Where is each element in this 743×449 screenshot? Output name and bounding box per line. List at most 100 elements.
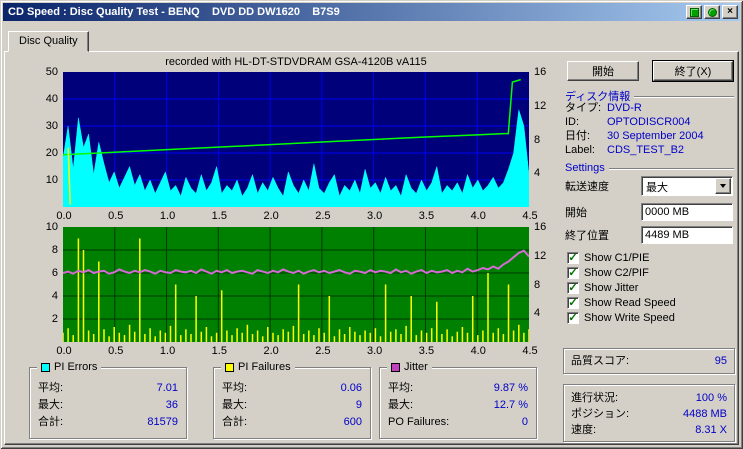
disc-date-row: 日付: 30 September 2004: [565, 130, 734, 143]
max-label: 最大:: [388, 399, 414, 411]
position-row: ポジション: 4488 MB: [564, 406, 734, 422]
axis-tick-label: 20: [45, 147, 58, 159]
axis-tick-label: 2.0: [263, 345, 279, 357]
axis-tick-label: 1.0: [159, 345, 176, 357]
quality-score-value: 95: [714, 355, 727, 367]
pi-failures-panel-title: PI Failures: [221, 361, 295, 373]
end-position-input[interactable]: [641, 226, 733, 244]
checkbox-show-c1-pie[interactable]: ✓ Show C1/PIE: [567, 251, 649, 264]
jitter-panel: Jitter 平均: 9.87 % 最大: 12.7 % PO Failures: 0: [379, 361, 537, 439]
speed-value: 8.31 X: [695, 424, 727, 436]
disc-type-label: タイプ:: [565, 102, 602, 114]
tab-disc-quality[interactable]: Disc Quality: [8, 31, 89, 52]
axis-tick-label: 1.0: [159, 210, 176, 222]
jitter-avg-value: 9.87 %: [493, 382, 528, 394]
checkbox-checked-icon: ✓: [567, 311, 579, 324]
green-disc-icon: [707, 7, 717, 17]
transfer-speed-label: 転送速度: [565, 181, 609, 193]
start-position-label: 開始: [565, 207, 587, 219]
titlebar-app-button-1[interactable]: [686, 5, 702, 19]
position-value: 4488 MB: [682, 408, 727, 420]
settings-header: Settings: [565, 162, 734, 174]
total-label: 合計:: [222, 416, 248, 428]
progress-value: 100 %: [695, 392, 727, 404]
checkbox-label: Show C2/PIF: [584, 266, 649, 279]
start-button[interactable]: 開始: [567, 61, 639, 81]
axis-tick-label: 6: [51, 267, 58, 279]
right-panel: 開始 終了(X) ディスク情報 タイプ: DVD-R ID: OPTODISCR00…: [561, 54, 738, 444]
pi-errors-title: PI Errors: [54, 361, 98, 373]
pi-errors-max-value: 36: [165, 399, 178, 411]
axis-tick-label: 0.5: [108, 345, 124, 357]
checkbox-checked-icon: ✓: [567, 281, 579, 294]
axis-tick-label: 16: [534, 66, 547, 78]
app-window: CD Speed : Disc Quality Test - BENQ DVD …: [0, 0, 743, 449]
max-label: 最大:: [222, 399, 248, 411]
combo-dropdown-button[interactable]: [715, 178, 731, 194]
pi-failures-swatch-icon: [225, 362, 234, 372]
titlebar-app-button-2[interactable]: [704, 5, 720, 19]
checkbox-show-jitter[interactable]: ✓ Show Jitter: [567, 281, 638, 294]
close-icon: ×: [727, 6, 733, 17]
exit-button[interactable]: 終了(X): [652, 60, 734, 82]
po-failures-row: PO Failures: 0: [380, 414, 536, 431]
tab-page: recorded with HL-DT-STDVDRAM GSA-4120B v…: [4, 51, 739, 445]
axis-tick-label: 3.5: [418, 345, 435, 357]
progress-panel: 進行状況: 100 % ポジション: 4488 MB 速度: 8.31 X: [563, 384, 735, 442]
jitter-swatch-icon: [391, 362, 400, 372]
checkbox-show-read-speed[interactable]: ✓ Show Read Speed: [567, 296, 676, 309]
axis-tick-label: 3.0: [367, 210, 383, 222]
axis-tick-label: 1.5: [211, 345, 227, 357]
axis-tick-label: 8: [534, 133, 541, 146]
speed-label: 速度:: [571, 424, 597, 436]
checkbox-label: Show Read Speed: [584, 296, 676, 309]
avg-label: 平均:: [388, 382, 414, 394]
pi-failures-title: PI Failures: [238, 361, 291, 373]
end-position-label: 終了位置: [565, 230, 609, 242]
axis-tick-label: 4: [534, 307, 541, 320]
pi-failures-panel: PI Failures 平均: 0.06 最大: 9 合計: 600: [213, 361, 371, 439]
checkbox-label: Show C1/PIE: [584, 251, 650, 264]
quality-score-panel: 品質スコア: 95: [563, 348, 735, 374]
jitter-panel-title: Jitter: [387, 361, 432, 373]
axis-tick-label: 4.0: [470, 210, 486, 222]
axis-tick-label: 0.5: [108, 210, 124, 222]
disc-label-value: CDS_TEST_B2: [607, 144, 685, 156]
checkbox-show-c2-pif[interactable]: ✓ Show C2/PIF: [567, 266, 649, 279]
start-position-input[interactable]: [641, 203, 733, 221]
disc-label-label: Label:: [565, 144, 595, 156]
axis-tick-label: 2: [51, 313, 58, 325]
jitter-title: Jitter: [404, 361, 428, 373]
pi-failures-total-row: 合計: 600: [214, 414, 370, 431]
pi-errors-avg-row: 平均: 7.01: [30, 380, 186, 397]
axis-tick-label: 0.0: [56, 345, 72, 357]
avg-label: 平均:: [38, 382, 64, 394]
checkbox-show-write-speed[interactable]: ✓ Show Write Speed: [567, 311, 675, 324]
pi-failures-max-row: 最大: 9: [214, 397, 370, 414]
axis-tick-label: 2.5: [315, 210, 331, 222]
quality-score-row: 品質スコア: 95: [564, 353, 734, 369]
pi-errors-swatch-icon: [41, 362, 50, 372]
axis-tick-label: 50: [45, 66, 58, 78]
axis-tick-label: 2.5: [315, 345, 331, 357]
axis-tick-label: 12: [534, 249, 547, 262]
disc-id-label: ID:: [565, 116, 580, 128]
pi-errors-avg-value: 7.01: [156, 382, 178, 394]
pi-errors-total-value: 81579: [147, 416, 178, 428]
progress-row: 進行状況: 100 %: [564, 390, 734, 406]
settings-header-label: Settings: [565, 162, 605, 174]
axis-tick-label: 2.0: [263, 210, 279, 222]
checkbox-label: Show Write Speed: [584, 311, 675, 324]
axis-tick-label: 3.5: [418, 210, 435, 222]
po-failures-value: 0: [521, 416, 528, 428]
jitter-avg-row: 平均: 9.87 %: [380, 380, 536, 397]
disc-id-row: ID: OPTODISCR004: [565, 116, 734, 129]
disc-date-label: 日付:: [565, 130, 591, 142]
titlebar[interactable]: CD Speed : Disc Quality Test - BENQ DVD …: [3, 3, 740, 21]
checkbox-checked-icon: ✓: [567, 296, 579, 309]
progress-label: 進行状況:: [571, 392, 619, 404]
po-failures-label: PO Failures:: [388, 416, 450, 428]
transfer-speed-combobox[interactable]: 最大: [641, 176, 733, 196]
close-button[interactable]: ×: [722, 5, 738, 19]
pi-errors-total-row: 合計: 81579: [30, 414, 186, 431]
